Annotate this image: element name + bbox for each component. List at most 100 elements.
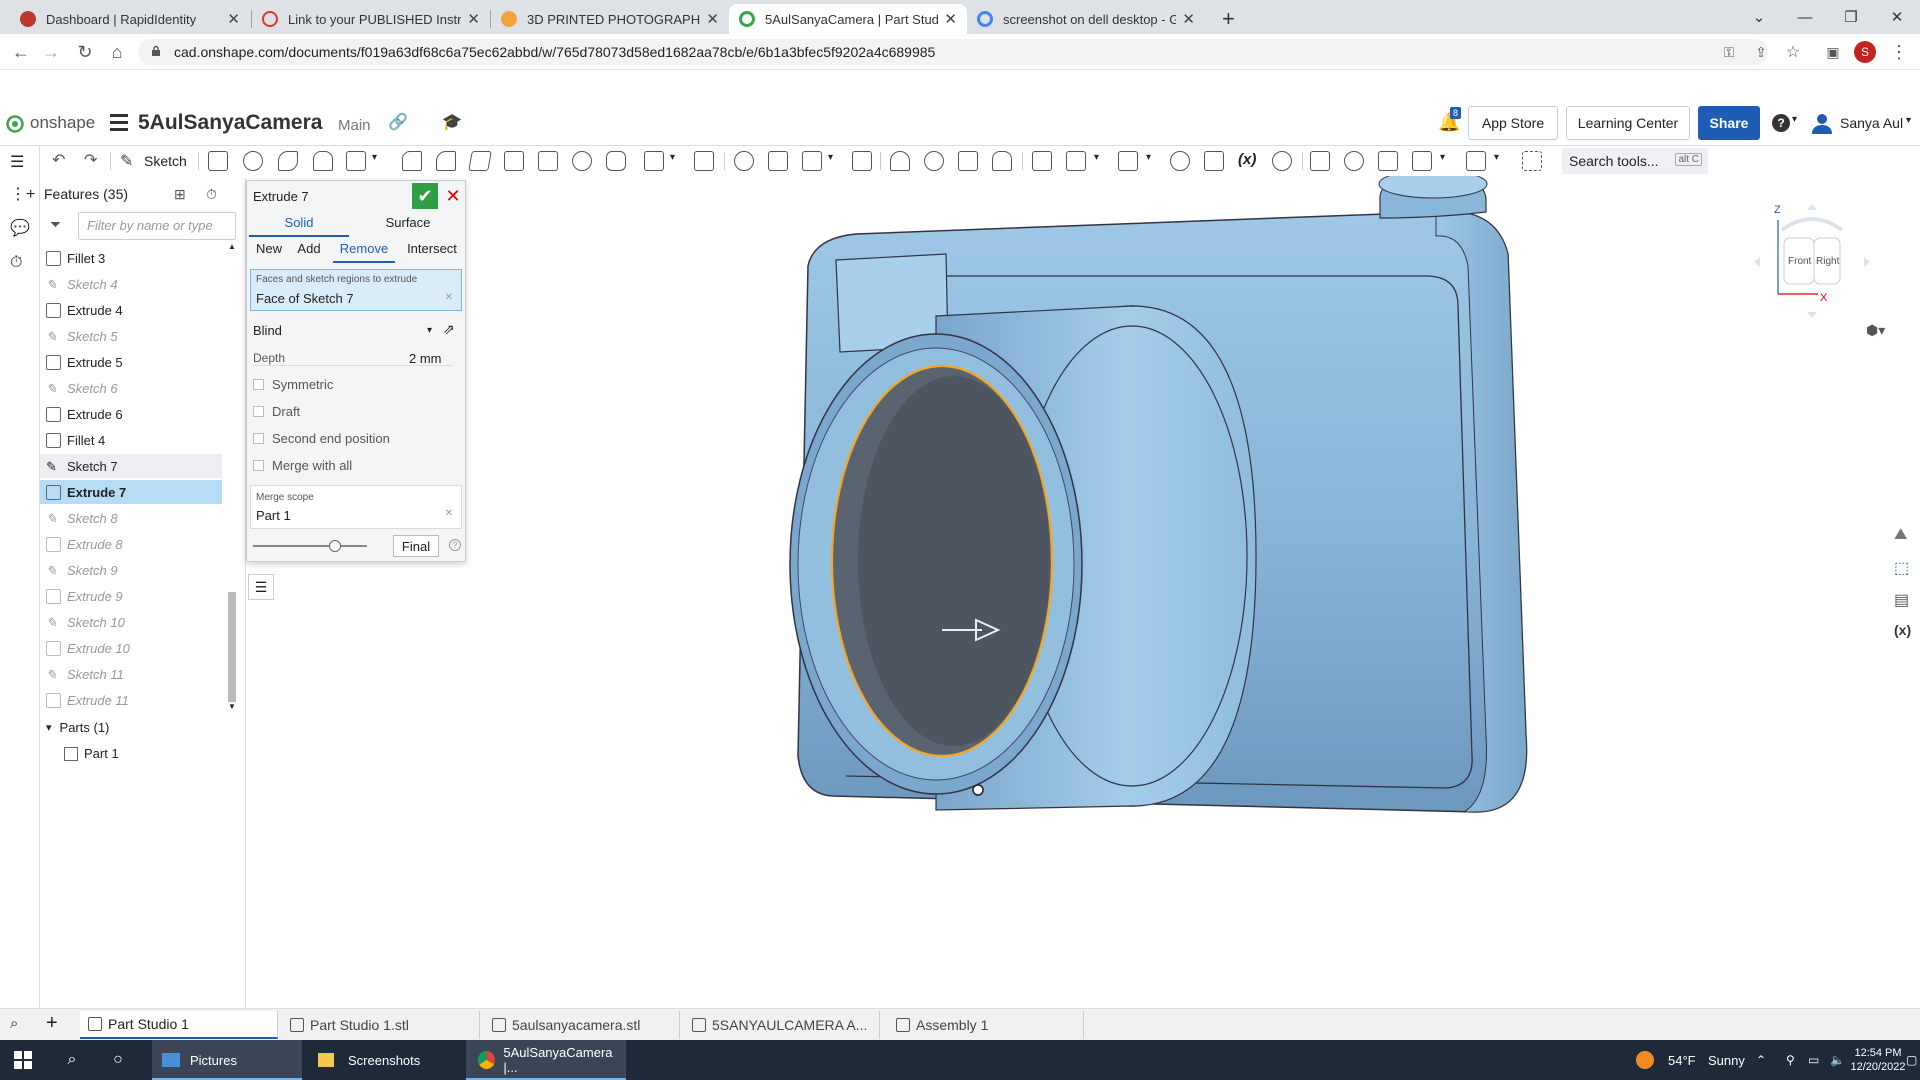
delete-face-tool-icon[interactable] <box>924 151 944 171</box>
undo-icon[interactable]: ↶ <box>52 150 65 170</box>
feature-item-sketch-8[interactable]: ✎ Sketch 8 <box>40 506 222 530</box>
more-menu-icon[interactable]: ⋮ <box>1886 40 1912 64</box>
mate-connector-tool-icon[interactable] <box>1066 151 1086 171</box>
new-tab-button[interactable]: + <box>1212 4 1242 34</box>
feature-item-extrude-4[interactable]: Extrude 4 <box>40 298 222 322</box>
document-name[interactable]: 5AulSanyaCamera <box>138 111 322 135</box>
plane-tool-icon[interactable] <box>1032 151 1052 171</box>
feature-filter-input[interactable]: Filter by name or type <box>78 212 236 240</box>
clear-selection-icon[interactable]: ✕ <box>445 292 453 303</box>
search-icon[interactable]: ⌕ <box>60 1040 84 1080</box>
network-icon[interactable]: ⚲ <box>1786 1040 1795 1080</box>
sweep-tool-icon[interactable] <box>278 151 298 171</box>
view-cube[interactable]: Z X Front Right <box>1752 200 1872 320</box>
feature-item-extrude-9[interactable]: Extrude 9 <box>40 584 222 608</box>
mate-connector-dropdown-icon[interactable]: ▾ <box>1094 152 1099 163</box>
feature-item-extrude-8[interactable]: Extrude 8 <box>40 532 222 556</box>
accept-check-icon[interactable]: ✔ <box>412 183 438 209</box>
move-face-tool-icon[interactable] <box>958 151 978 171</box>
help-icon[interactable]: ? <box>1772 114 1790 132</box>
pattern-tool-icon[interactable] <box>644 151 664 171</box>
window-close-icon[interactable]: ✕ <box>1874 0 1920 34</box>
sketch-button[interactable]: Sketch <box>144 153 187 169</box>
app-store-button[interactable]: App Store <box>1468 106 1558 140</box>
mirror-tool-icon[interactable] <box>694 151 714 171</box>
tab-camera-stl[interactable]: 5aulsanyacamera.stl <box>484 1011 680 1039</box>
key-icon[interactable]: ⚿ <box>1716 40 1742 64</box>
tab-part-studio-1[interactable]: Part Studio 1 <box>80 1011 278 1039</box>
frame-tool-icon[interactable] <box>1272 151 1292 171</box>
close-icon[interactable]: ✕ <box>467 10 480 28</box>
reload-icon[interactable]: ↻ <box>72 40 98 64</box>
op-remove-tab[interactable]: Remove <box>333 241 395 263</box>
feature-item-extrude-6[interactable]: Extrude 6 <box>40 402 222 426</box>
dialog-help-icon[interactable]: ? <box>449 539 461 551</box>
helix-tool-icon[interactable] <box>1118 151 1138 171</box>
merge-scope-field[interactable]: Merge scope Part 1 ✕ <box>250 485 462 529</box>
op-new-tab[interactable]: New <box>251 241 287 263</box>
merge-all-option[interactable]: Merge with all <box>253 458 352 473</box>
sheet-metal-tool-icon[interactable] <box>1204 151 1224 171</box>
learning-center-button[interactable]: Learning Center <box>1566 106 1690 140</box>
onshape-logo-icon[interactable] <box>6 115 24 133</box>
rib-tool-icon[interactable] <box>504 151 524 171</box>
mass-properties-icon[interactable]: ⬚ <box>1894 558 1909 578</box>
share-button[interactable]: Share <box>1698 106 1760 140</box>
split-tool-icon[interactable] <box>768 151 788 171</box>
feature-item-fillet-4[interactable]: Fillet 4 <box>40 428 222 452</box>
weather-sun-icon[interactable] <box>1636 1040 1656 1080</box>
feature-item-sketch-7[interactable]: ✎ Sketch 7 <box>40 454 222 478</box>
close-icon[interactable]: ✕ <box>227 10 240 28</box>
comments-icon[interactable]: 💬 <box>10 218 30 238</box>
loft-tool-icon[interactable] <box>313 151 333 171</box>
op-add-tab[interactable]: Add <box>293 241 325 263</box>
draft-tool-icon[interactable] <box>468 151 492 171</box>
view-right-face[interactable]: Right <box>1816 256 1839 267</box>
chamfer-tool-icon[interactable] <box>436 151 456 171</box>
redo-icon[interactable]: ↷ <box>84 150 97 170</box>
tab-camera-assembly-stl[interactable]: 5SANYAULCAMERA A... <box>684 1011 880 1039</box>
configurations-icon[interactable]: (x) <box>1894 622 1911 638</box>
forward-icon[interactable]: → <box>38 40 64 64</box>
weather-temp[interactable]: 54°F <box>1668 1040 1696 1080</box>
profile-avatar[interactable]: S <box>1852 40 1878 64</box>
revolve-tool-icon[interactable] <box>243 151 263 171</box>
windows-start-icon[interactable] <box>12 1040 34 1080</box>
minimize-icon[interactable]: — <box>1782 0 1828 34</box>
search-tools-input[interactable]: Search tools... alt C <box>1562 148 1708 174</box>
close-icon[interactable]: ✕ <box>706 10 719 28</box>
feature-item-extrude-11[interactable]: Extrude 11 <box>40 688 222 712</box>
weather-condition[interactable]: Sunny <box>1708 1040 1745 1080</box>
measure-tool-icon[interactable] <box>1170 151 1190 171</box>
variable-tool-icon[interactable]: (x) <box>1238 151 1256 168</box>
feature-list-scrollbar[interactable]: ▲ ▼ <box>226 242 238 712</box>
parts-list-icon[interactable]: ▤ <box>1894 590 1909 610</box>
close-icon[interactable]: ✕ <box>944 10 957 28</box>
tab-search-icon[interactable]: ⌄ <box>1736 0 1782 34</box>
back-icon[interactable]: ← <box>8 40 34 64</box>
feature-item-fillet-3[interactable]: Fillet 3 <box>40 246 222 270</box>
graphics-viewport[interactable]: Z X Front Right ⬢▾ ☰ <box>246 169 1886 1008</box>
configure-dropdown-icon[interactable]: ▾ <box>1494 152 1499 163</box>
thread-tool-icon[interactable] <box>606 151 626 171</box>
browser-tab[interactable]: Dashboard | RapidIdentity ✕ <box>10 4 250 34</box>
browser-tab[interactable]: 3D PRINTED PHOTOGRAPHER TR ✕ <box>491 4 729 34</box>
feature-item-sketch-6[interactable]: ✎ Sketch 6 <box>40 376 222 400</box>
tray-expand-icon[interactable]: ⌃ <box>1756 1040 1766 1080</box>
feature-item-sketch-4[interactable]: ✎ Sketch 4 <box>40 272 222 296</box>
onshape-logo-text[interactable]: onshape <box>30 113 95 133</box>
replace-face-tool-icon[interactable] <box>992 151 1012 171</box>
checkbox[interactable] <box>253 379 264 390</box>
surface-tool-icon[interactable] <box>1310 151 1330 171</box>
hole-tool-icon[interactable] <box>572 151 592 171</box>
slider-handle[interactable] <box>329 540 341 552</box>
transform-tool-icon[interactable] <box>802 151 822 171</box>
branch-name[interactable]: Main <box>338 117 371 134</box>
side-panel-icon[interactable]: ▣ <box>1820 40 1846 64</box>
end-type-select[interactable]: Blind ▾ <box>253 323 433 338</box>
notifications-bell-icon[interactable]: 🔔 8 <box>1438 107 1462 133</box>
hamburger-menu-icon[interactable] <box>110 114 128 131</box>
checkbox[interactable] <box>253 433 264 444</box>
configure-tool-icon[interactable] <box>1466 151 1486 171</box>
user-dropdown-icon[interactable]: ▾ <box>1906 115 1911 126</box>
